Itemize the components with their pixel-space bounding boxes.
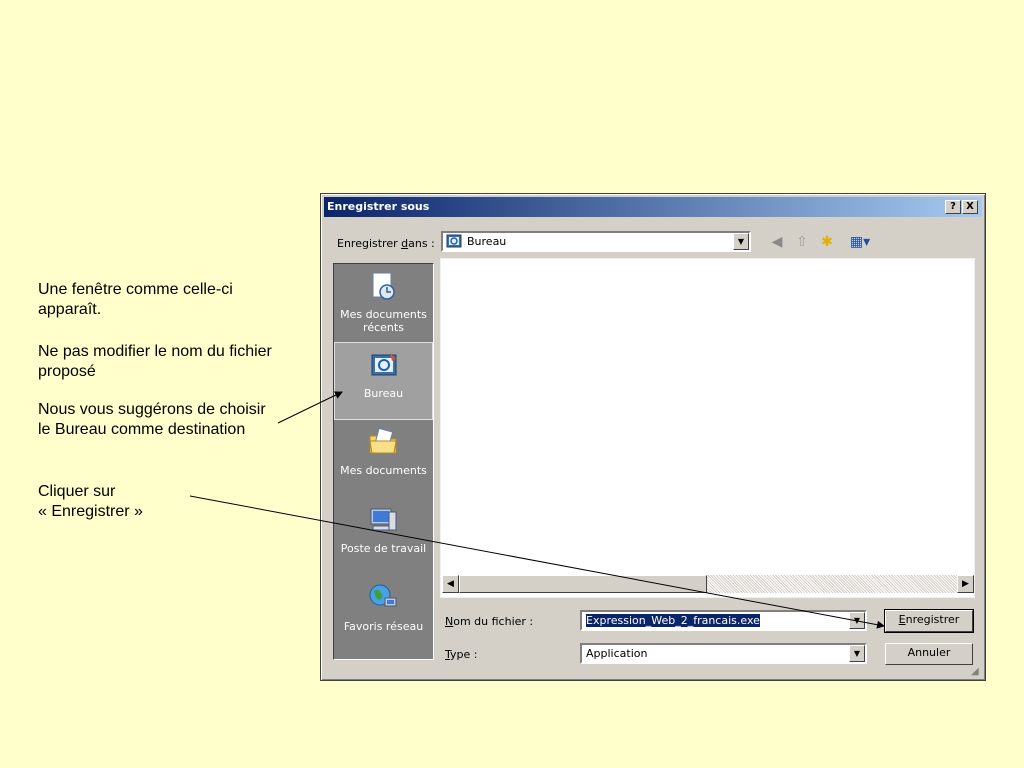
lookin-dropdown[interactable]: Bureau ▼ xyxy=(441,231,751,252)
place-my-computer[interactable]: Poste de travail xyxy=(334,498,433,576)
dialog-title: Enregistrer sous xyxy=(327,200,430,213)
lookin-label: Enregistrer dans : xyxy=(337,237,435,250)
filetype-chevron-down-icon[interactable]: ▼ xyxy=(849,645,865,662)
save-button[interactable]: Enregistrer xyxy=(884,609,974,633)
place-desktop[interactable]: Bureau xyxy=(334,342,433,420)
place-label-my-computer: Poste de travail xyxy=(340,542,427,555)
note-click-save: Cliquer sur « Enregistrer » xyxy=(38,482,143,522)
my-documents-icon xyxy=(369,427,397,454)
dialog-titlebar[interactable]: Enregistrer sous ? X xyxy=(324,197,982,217)
my-computer-icon xyxy=(370,508,397,531)
filetype-label-rest: ype : xyxy=(450,648,478,661)
place-my-documents[interactable]: Mes documents xyxy=(334,420,433,498)
filename-value-wrap: Expression_Web_2_francais.exe xyxy=(586,614,760,627)
filetype-value: Application xyxy=(586,647,648,660)
place-label-network: Favoris réseau xyxy=(343,620,424,633)
new-folder-icon[interactable]: ✱ xyxy=(817,233,837,251)
note-choose-desktop: Nous vous suggérons de choisir le Bureau… xyxy=(38,401,266,438)
horizontal-scrollbar[interactable]: ◀ ▶ xyxy=(442,575,974,593)
place-label-my-documents: Mes documents xyxy=(340,464,427,477)
filename-label: Nom du fichier : xyxy=(445,615,533,628)
view-menu-icon[interactable]: ▦▾ xyxy=(845,233,875,251)
place-recent-documents[interactable]: Mes documents récents xyxy=(334,264,433,342)
lookin-value: Bureau xyxy=(467,235,507,248)
note-click-save-line1: Cliquer sur xyxy=(38,483,116,500)
desktop-small-icon xyxy=(446,234,462,248)
filename-input[interactable]: Expression_Web_2_francais.exe ▼ xyxy=(580,610,867,631)
help-button[interactable]: ? xyxy=(945,200,961,214)
save-as-dialog: Enregistrer sous ? X Enregistrer dans : … xyxy=(320,193,986,681)
up-folder-icon[interactable]: ⇧ xyxy=(792,233,812,251)
place-network[interactable]: Favoris réseau xyxy=(334,576,433,654)
scroll-thumb[interactable] xyxy=(459,575,707,593)
close-button[interactable]: X xyxy=(962,200,978,214)
scroll-left-icon[interactable]: ◀ xyxy=(442,575,459,593)
filename-chevron-down-icon[interactable]: ▼ xyxy=(849,612,865,629)
filename-value: Expression_Web_2_francais.exe xyxy=(586,614,760,627)
note-click-save-line2: « Enregistrer » xyxy=(38,503,143,520)
lookin-label-pre: Enregistrer xyxy=(337,237,402,250)
chevron-down-icon[interactable]: ▼ xyxy=(733,233,749,250)
back-icon[interactable]: ◀ xyxy=(767,233,787,251)
filetype-select[interactable]: Application ▼ xyxy=(580,643,867,664)
file-list[interactable] xyxy=(440,258,975,598)
place-label-recent: Mes documents récents xyxy=(340,308,427,334)
scroll-right-icon[interactable]: ▶ xyxy=(957,575,974,593)
resize-grip-icon[interactable]: ◢ xyxy=(971,666,983,678)
cancel-button[interactable]: Annuler xyxy=(885,643,973,665)
filename-label-key: N xyxy=(445,615,454,628)
recent-documents-icon xyxy=(372,272,395,300)
places-bar: Mes documents récents Bureau Mes documen… xyxy=(333,263,434,660)
note-keep-filename: Ne pas modifier le nom du fichier propos… xyxy=(38,343,272,380)
save-button-rest: nregistrer xyxy=(905,613,960,626)
lookin-label-post: ans : xyxy=(408,237,435,250)
save-button-key: E xyxy=(898,613,906,626)
place-label-desktop: Bureau xyxy=(363,387,404,400)
filename-label-rest: om du fichier : xyxy=(453,615,534,628)
network-places-icon xyxy=(369,584,397,607)
filetype-label: Type : xyxy=(445,648,477,661)
desktop-icon xyxy=(371,353,397,376)
note-window-appears: Une fenêtre comme celle-ci apparaît. xyxy=(38,281,233,318)
